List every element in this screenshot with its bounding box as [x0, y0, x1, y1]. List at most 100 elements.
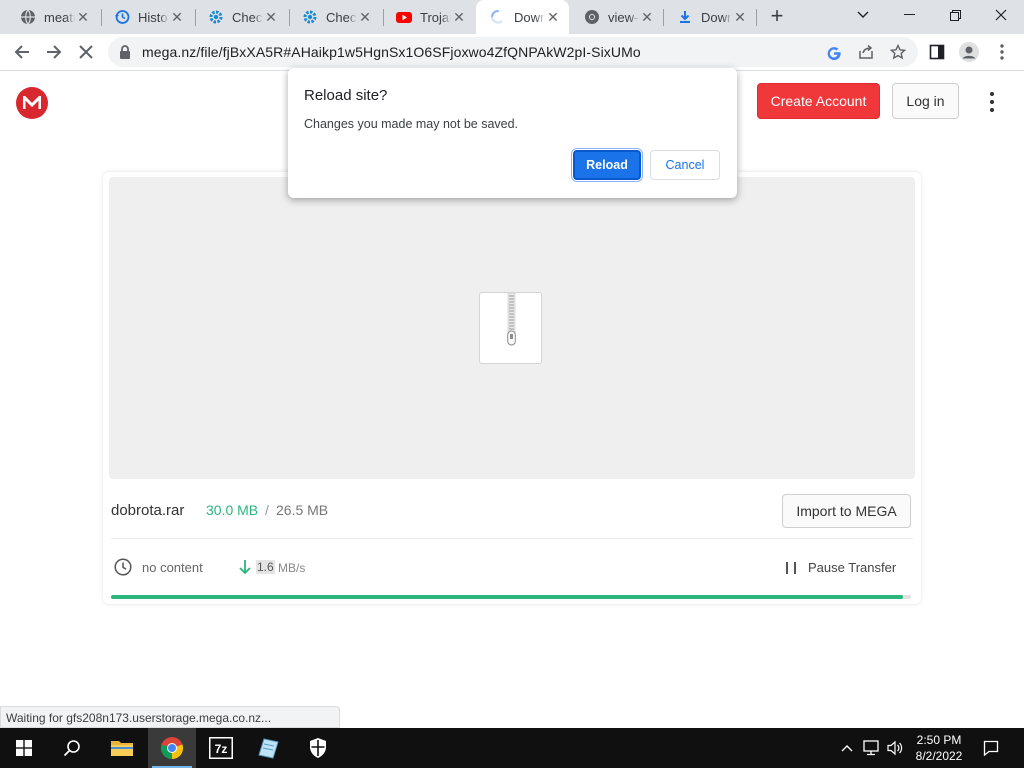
- show-hidden-icons-button[interactable]: [838, 728, 856, 768]
- page-menu-icon[interactable]: [984, 92, 1000, 112]
- close-icon[interactable]: ✕: [732, 9, 748, 25]
- clock-time: 2:50 PM: [916, 733, 962, 747]
- clock-date: 8/2/2022: [915, 749, 963, 763]
- transfer-speed-value: 1.6: [256, 560, 275, 574]
- google-translate-icon[interactable]: [826, 44, 842, 60]
- security-taskbar-button[interactable]: [294, 728, 342, 768]
- chrome-icon: [160, 737, 184, 760]
- total-size: 26.5 MB: [276, 502, 329, 518]
- close-window-button[interactable]: [978, 0, 1024, 30]
- pause-icon[interactable]: [786, 562, 796, 574]
- downloaded-size: 30.0 MB: [206, 502, 259, 518]
- download-arrow-icon: [239, 560, 251, 575]
- size-separator: /: [265, 502, 269, 518]
- create-account-button[interactable]: Create Account: [757, 83, 880, 119]
- 7zip-icon: 7z: [209, 737, 233, 759]
- close-icon[interactable]: ✕: [263, 9, 279, 25]
- 7zip-taskbar-button[interactable]: 7z: [197, 728, 245, 768]
- tab-1[interactable]: meatr ✕: [6, 0, 99, 34]
- tab-4[interactable]: Check ✕: [288, 0, 381, 34]
- tab-title: meatr: [44, 9, 75, 25]
- file-explorer-button[interactable]: [98, 728, 146, 768]
- gear-icon: [208, 9, 224, 25]
- windows-taskbar: 7z 2:50 PM 8/2/2022: [0, 728, 1024, 768]
- tab-8[interactable]: Down ✕: [663, 0, 756, 34]
- login-button[interactable]: Log in: [892, 83, 959, 119]
- notepad-icon: [258, 738, 279, 759]
- globe-icon: [20, 9, 36, 25]
- tab-2[interactable]: Histo ✕: [100, 0, 193, 34]
- new-tab-button[interactable]: +: [765, 5, 789, 29]
- forward-button[interactable]: [40, 38, 68, 66]
- side-panel-icon: [929, 44, 945, 60]
- gear-icon: [302, 9, 318, 25]
- share-icon[interactable]: [858, 44, 874, 60]
- reload-button[interactable]: Reload: [571, 148, 643, 182]
- chrome-menu-button[interactable]: [991, 41, 1013, 63]
- tab-title: Check: [326, 9, 357, 25]
- search-button[interactable]: [48, 728, 96, 768]
- youtube-icon: [396, 9, 412, 25]
- close-icon[interactable]: ✕: [169, 9, 185, 25]
- file-name: dobrota.rar: [111, 502, 185, 519]
- start-button[interactable]: [0, 728, 48, 768]
- close-icon: [995, 9, 1007, 21]
- chrome-taskbar-button[interactable]: [148, 728, 196, 768]
- profile-button[interactable]: [958, 41, 980, 63]
- divider: [111, 538, 913, 539]
- taskbar-clock[interactable]: 2:50 PM 8/2/2022: [904, 732, 974, 764]
- stop-loading-button[interactable]: [72, 38, 100, 66]
- close-icon[interactable]: ✕: [75, 9, 91, 25]
- lock-icon[interactable]: [118, 44, 132, 65]
- minimize-button[interactable]: [886, 0, 932, 30]
- windows-logo-icon: [16, 740, 32, 756]
- side-panel-button[interactable]: [926, 41, 948, 63]
- clock-icon: [114, 558, 132, 576]
- restore-button[interactable]: [932, 0, 978, 30]
- speaker-icon: [887, 740, 903, 756]
- address-bar[interactable]: mega.nz/file/fjBxXA5R#AHaikp1w5HgnSx1O6S…: [108, 37, 918, 67]
- file-preview-area: [109, 177, 915, 479]
- notepad-taskbar-button[interactable]: [246, 728, 294, 768]
- tab-title: Histo: [138, 9, 168, 25]
- network-button[interactable]: [860, 728, 882, 768]
- minimize-icon: [903, 14, 915, 15]
- tab-7[interactable]: view- ✕: [570, 0, 663, 34]
- avatar: [959, 42, 979, 62]
- dialog-title: Reload site?: [304, 87, 388, 104]
- close-icon[interactable]: ✕: [545, 9, 561, 25]
- tab-3[interactable]: Check ✕: [194, 0, 287, 34]
- search-icon: [63, 740, 80, 757]
- shield-icon: [310, 738, 326, 758]
- pause-transfer-button[interactable]: Pause Transfer: [808, 560, 896, 575]
- restore-icon: [949, 9, 961, 21]
- tab-5[interactable]: Trojan ✕: [382, 0, 475, 34]
- dialog-message: Changes you made may not be saved.: [304, 117, 519, 131]
- notifications-button[interactable]: [978, 728, 1004, 768]
- tab-strip: meatr ✕ Histo ✕ Check ✕ Check ✕ Trojan ✕: [0, 0, 1024, 34]
- loading-spinner-icon: [490, 9, 506, 25]
- close-icon[interactable]: ✕: [451, 9, 467, 25]
- folder-icon: [111, 741, 133, 756]
- mega-m-icon: [23, 96, 41, 109]
- import-to-mega-button[interactable]: Import to MEGA: [782, 494, 911, 528]
- browser-status-bubble: Waiting for gfs208n173.userstorage.mega.…: [0, 706, 340, 728]
- url-text[interactable]: mega.nz/file/fjBxXA5R#AHaikp1w5HgnSx1O6S…: [142, 44, 641, 60]
- tab-search-button[interactable]: [840, 0, 886, 30]
- cancel-button[interactable]: Cancel: [650, 150, 720, 180]
- download-progress-bar: [111, 595, 911, 599]
- arrow-left-icon: [14, 45, 29, 59]
- tab-title: Down: [701, 9, 732, 25]
- close-icon[interactable]: ✕: [639, 9, 655, 25]
- history-icon: [114, 9, 130, 25]
- tab-title: Trojan: [420, 9, 451, 25]
- archive-file-icon: [479, 292, 542, 364]
- browser-toolbar: mega.nz/file/fjBxXA5R#AHaikp1w5HgnSx1O6S…: [0, 34, 1024, 71]
- volume-button[interactable]: [884, 728, 906, 768]
- star-icon[interactable]: [890, 44, 906, 60]
- close-icon[interactable]: ✕: [357, 9, 373, 25]
- tab-6-active[interactable]: Down ✕: [476, 0, 569, 34]
- reload-site-dialog: Reload site? Changes you made may not be…: [288, 68, 737, 198]
- back-button[interactable]: [8, 38, 36, 66]
- mega-logo[interactable]: [16, 87, 48, 119]
